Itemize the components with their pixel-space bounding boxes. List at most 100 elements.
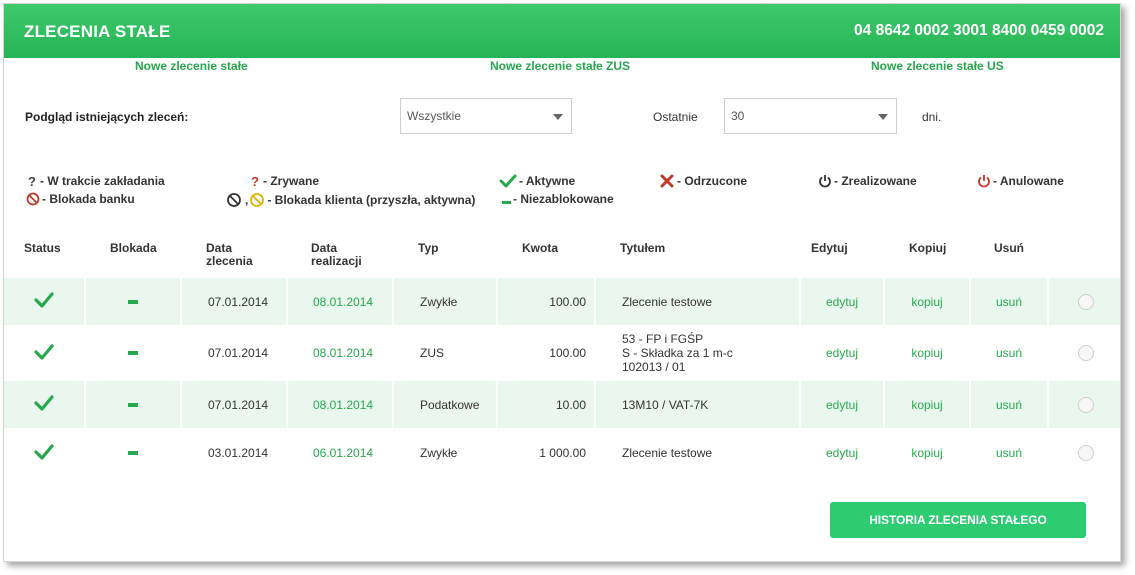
exec-date-cell: 08.01.2014 [286,381,392,428]
new-standing-order-link[interactable]: Nowe zlecenie stałe [135,59,248,73]
header-amount: Kwota [522,241,558,255]
title-line: S - Składka za 1 m-c [622,346,733,360]
block-cell [84,381,180,428]
delete-link[interactable]: usuń [996,398,1022,412]
header-delete: Usuń [994,241,1024,255]
last-label: Ostatnie [653,110,698,124]
amount-cell: 10.00 [496,381,594,428]
copy-link[interactable]: kopiuj [911,346,942,360]
legend-active: - Aktywne [499,174,575,188]
delete-cell: usuń [969,278,1047,325]
select-cell [1047,325,1122,381]
select-cell [1047,278,1122,325]
checkmark-icon [34,343,54,363]
header-edit: Edytuj [811,241,848,255]
order-date-cell: 03.01.2014 [180,428,286,478]
copy-cell: kopiuj [883,325,969,381]
order-date-cell: 07.01.2014 [180,325,286,381]
new-standing-order-zus-link[interactable]: Nowe zlecenie stałe ZUS [490,59,630,73]
select-cell [1047,428,1122,478]
edit-link[interactable]: edytuj [826,446,858,460]
edit-cell: edytuj [799,428,883,478]
header-title: Tytułem [620,241,666,255]
amount-cell: 100.00 [496,278,594,325]
status-cell [4,428,84,478]
copy-cell: kopiuj [883,381,969,428]
legend-in-progress: ? - W trakcie zakładania [28,174,165,188]
power-red-icon [977,174,991,188]
close-x-red-icon [659,174,675,188]
status-cell [4,278,84,325]
copy-link[interactable]: kopiuj [911,446,942,460]
legend-unblocked: - Niezablokowane [502,192,614,206]
chevron-down-icon [553,114,563,120]
delete-link[interactable]: usuń [996,346,1022,360]
order-type-select[interactable]: Wszystkie [400,98,572,134]
copy-cell: kopiuj [883,428,969,478]
amount-cell: 100.00 [496,325,594,381]
new-standing-order-us-link[interactable]: Nowe zlecenie stałe US [871,59,1004,73]
table-row[interactable]: 07.01.2014 08.01.2014 ZUS 100.00 53 - FP i F… [4,325,1120,381]
delete-link[interactable]: usuń [996,295,1022,309]
table-row[interactable]: 03.01.2014 06.01.2014 Zwykłe 1 000.00 Zlecen… [4,428,1120,478]
exec-date-cell: 08.01.2014 [286,325,392,381]
legend-breaking: ? - Zrywane [251,174,320,188]
header-block: Blokada [110,241,157,255]
dash-icon [502,195,511,204]
legend-rejected: - Odrzucone [659,174,747,188]
table-row[interactable]: 07.01.2014 08.01.2014 Zwykłe 100.00 Zlecenie… [4,278,1120,325]
title-cell: Zlecenie testowe [594,278,799,325]
legend-realized: - Zrealizowane [818,174,917,188]
edit-link[interactable]: edytuj [826,295,858,309]
radio-icon[interactable] [1077,445,1094,461]
exec-date-cell: 06.01.2014 [286,428,392,478]
header-copy: Kopiuj [909,241,947,255]
edit-cell: edytuj [799,325,883,381]
svg-text:?: ? [251,174,259,188]
radio-icon[interactable] [1077,396,1094,413]
type-cell: ZUS [392,325,496,381]
radio-icon[interactable] [1077,293,1094,310]
delete-link[interactable]: usuń [996,446,1022,460]
legend-cancelled: - Anulowane [977,174,1064,188]
days-value: 30 [731,109,745,123]
legend-client-block: , - Blokada klienta (przyszła, aktywna) [226,192,475,208]
page-title: ZLECENIA STAŁE [24,22,171,41]
header-exec-date: Data realizacji [311,241,362,268]
title-line: 102013 / 01 [622,360,686,374]
block-cell [84,278,180,325]
type-cell: Podatkowe [392,381,496,428]
delete-cell: usuń [969,381,1047,428]
checkmark-icon [34,443,54,463]
select-cell [1047,381,1122,428]
edit-link[interactable]: edytuj [826,398,858,412]
edit-link[interactable]: edytuj [826,346,858,360]
delete-cell: usuń [969,325,1047,381]
type-cell: Zwykłe [392,278,496,325]
edit-cell: edytuj [799,381,883,428]
title-cell: Zlecenie testowe [594,428,799,478]
prohibited-red-icon [26,192,40,206]
header-type: Typ [418,241,439,255]
delete-cell: usuń [969,428,1047,478]
days-select[interactable]: 30 [724,98,897,134]
account-number: 04 8642 0002 3001 8400 0459 0002 [854,22,1104,39]
radio-icon[interactable] [1077,345,1094,361]
filter-label: Podgląd istniejących zleceń: [25,110,189,124]
title-cell: 13M10 / VAT-7K [594,381,799,428]
legend-bank-block: - Blokada banku [26,192,135,206]
copy-link[interactable]: kopiuj [911,398,942,412]
table-row[interactable]: 07.01.2014 08.01.2014 Podatkowe 10.00 13M10 … [4,381,1120,428]
checkmark-icon [499,174,517,188]
prohibited-yellow-icon [249,192,265,208]
checkmark-icon [34,395,54,414]
power-icon [818,174,832,188]
order-type-value: Wszystkie [407,109,461,123]
type-cell: Zwykłe [392,428,496,478]
standing-order-history-button[interactable]: HISTORIA ZLECENIA STAŁEGO [830,502,1086,538]
copy-link[interactable]: kopiuj [911,295,942,309]
order-date-cell: 07.01.2014 [180,381,286,428]
title-cell: 53 - FP i FGŚP S - Składka za 1 m-c 102013… [594,325,799,381]
title-line: Zlecenie testowe [622,294,713,309]
block-cell [84,428,180,478]
